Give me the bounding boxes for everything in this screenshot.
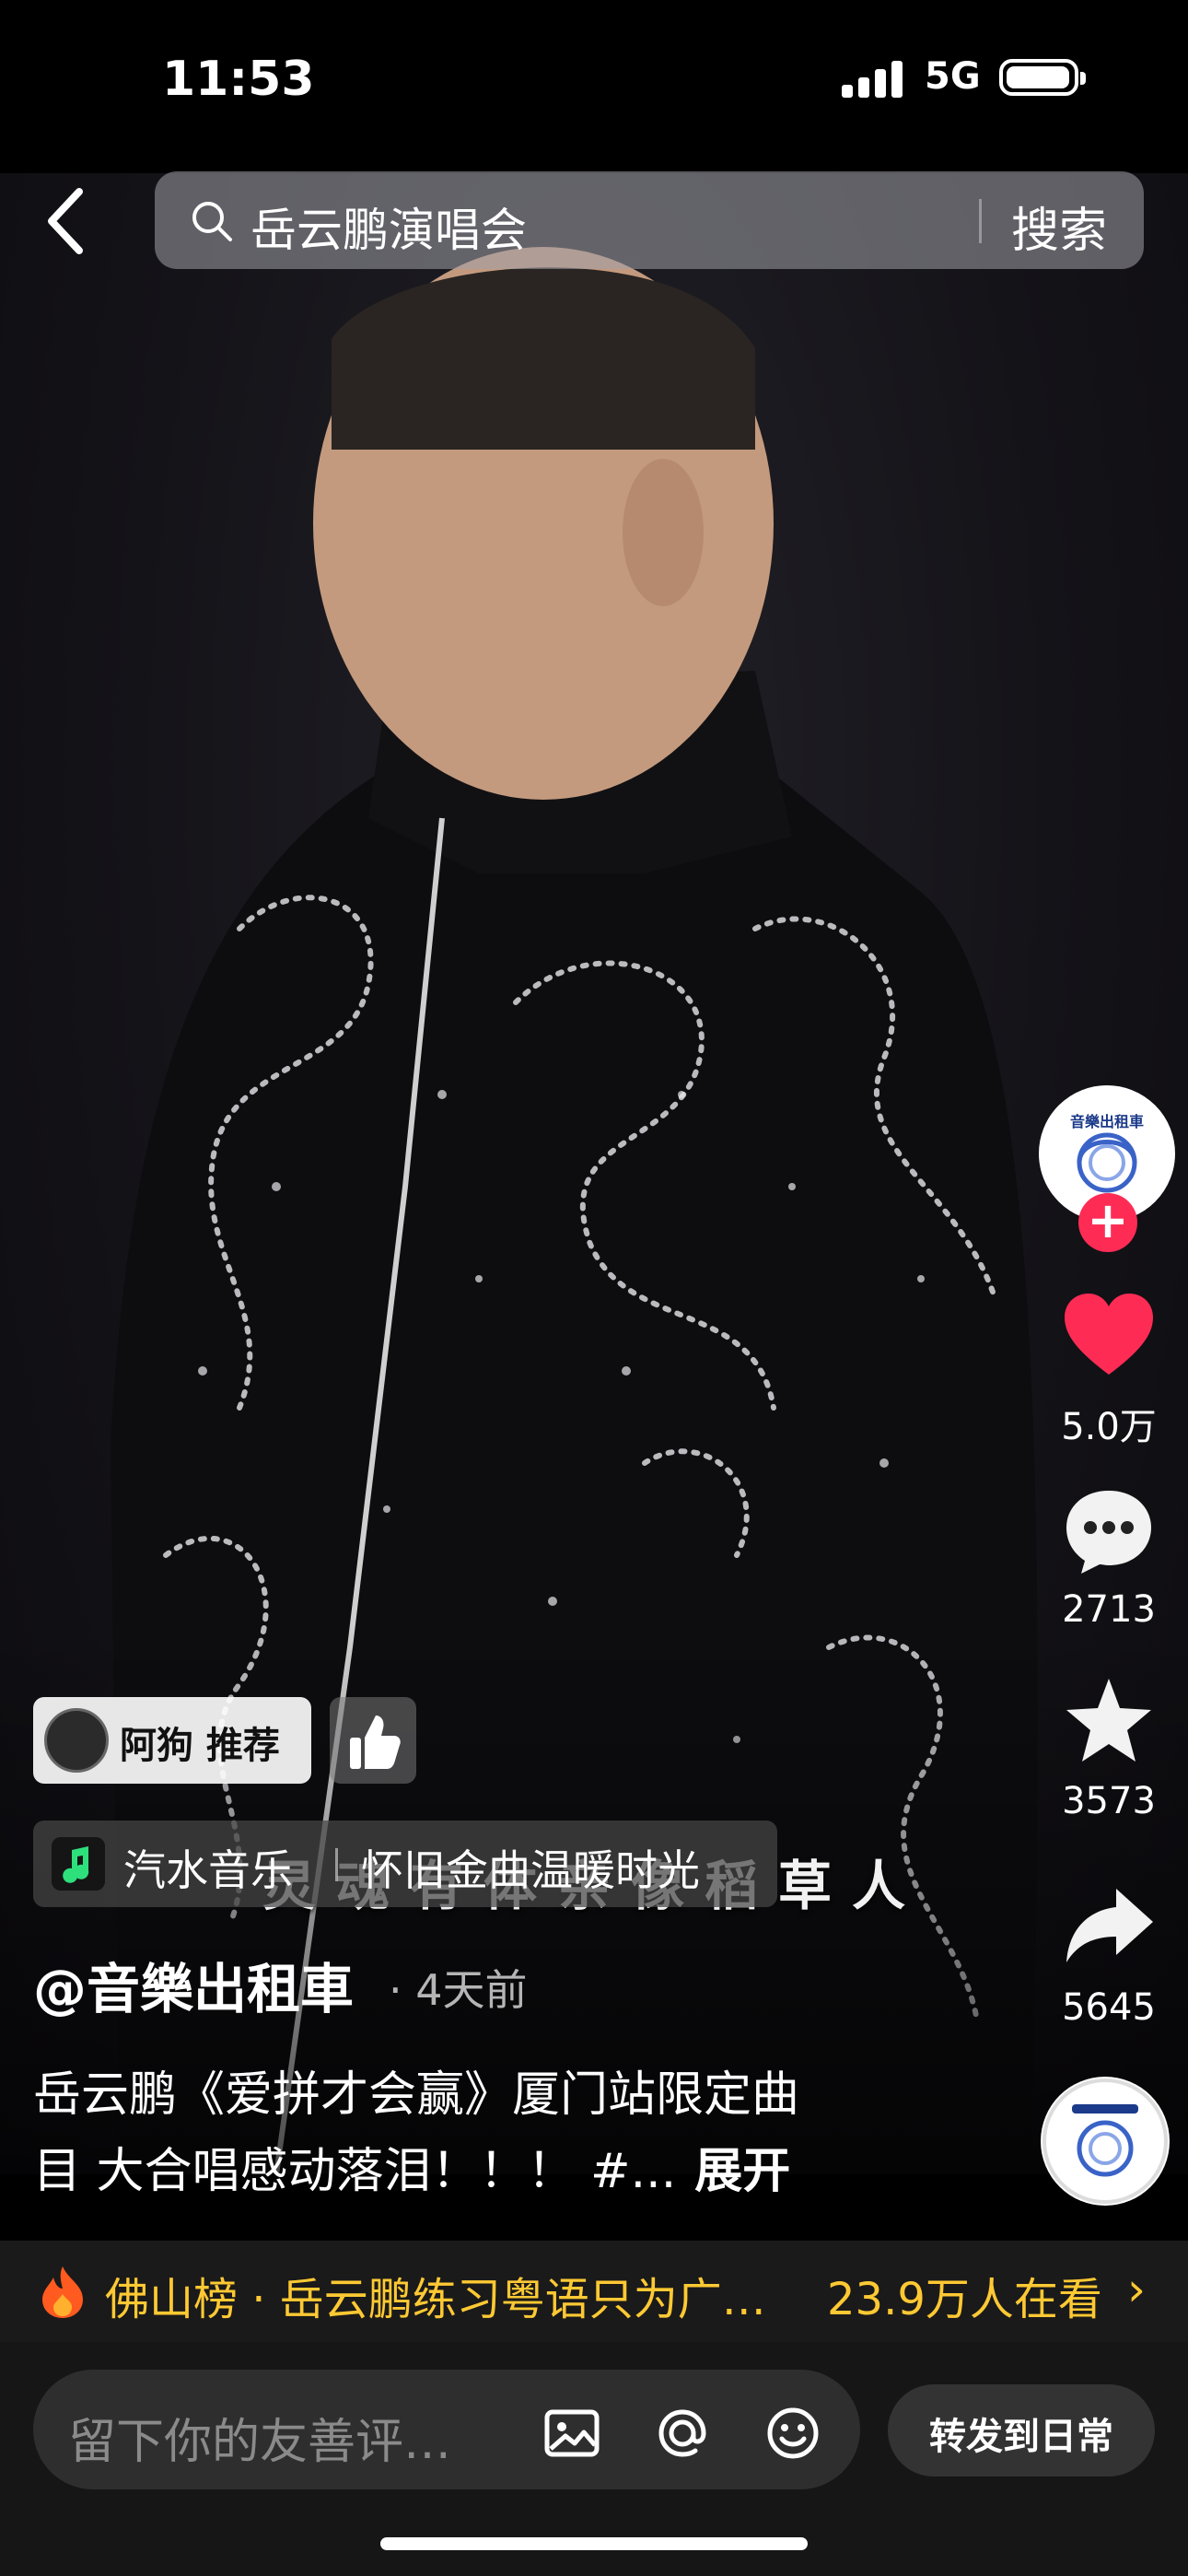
comment-bar: 留下你的友善评… 转发到日常	[0, 2342, 1188, 2576]
image-icon[interactable]	[542, 2403, 602, 2464]
star-icon[interactable]	[1061, 1675, 1157, 1767]
search-bar[interactable]: 岳云鹏演唱会 搜索	[155, 171, 1144, 269]
author-name[interactable]: @音樂出租車	[33, 1946, 354, 2023]
back-icon[interactable]	[37, 184, 101, 258]
search-divider	[979, 199, 982, 243]
network-type: 5G	[925, 55, 981, 98]
comment-count: 2713	[1062, 1588, 1156, 1631]
search-query[interactable]: 岳云鹏演唱会	[250, 193, 527, 260]
music-disc[interactable]	[1041, 2077, 1170, 2206]
heart-icon[interactable]	[1061, 1290, 1157, 1382]
thumbs-up-icon	[350, 1715, 401, 1769]
battery-icon	[999, 59, 1086, 96]
comment-input[interactable]: 留下你的友善评…	[33, 2370, 860, 2489]
recommend-label: 阿狗 推荐	[120, 1725, 280, 1767]
trending-count: 23.9万人在看	[827, 2274, 1102, 2325]
caption-line-2: 目 大合唱感动落泪！！！ #... 展开	[33, 2132, 790, 2201]
search-icon	[192, 202, 232, 241]
search-button[interactable]: 搜索	[1011, 192, 1107, 261]
favorite-count: 3573	[1062, 1780, 1156, 1822]
home-indicator	[380, 2537, 808, 2550]
music-title: 怀旧金曲温暖时光	[361, 1845, 700, 1895]
trending-text: 佛山榜 · 岳云鹏练习粤语只为广…	[105, 2274, 766, 2325]
comment-icon[interactable]	[1061, 1485, 1157, 1577]
share-icon[interactable]	[1061, 1879, 1157, 1972]
fire-icon	[42, 2266, 83, 2318]
at-icon[interactable]	[652, 2403, 713, 2464]
status-time: 11:53	[162, 52, 315, 107]
follow-plus-button[interactable]: +	[1078, 1193, 1137, 1252]
recommend-like-button[interactable]	[330, 1697, 416, 1784]
music-divider	[335, 1848, 338, 1881]
comment-placeholder: 留下你的友善评…	[68, 2415, 452, 2470]
music-disc-icon	[1042, 2078, 1168, 2204]
expand-button[interactable]: 展开	[694, 2144, 790, 2199]
caption-line-1: 岳云鹏《爱拼才会赢》厦门站限定曲	[33, 2067, 800, 2123]
share-to-daily-button[interactable]: 转发到日常	[888, 2384, 1155, 2476]
status-bar: 11:53 5G	[0, 0, 1188, 173]
share-to-daily-label: 转发到日常	[929, 2416, 1113, 2458]
music-app-name: 汽水音乐	[123, 1845, 293, 1895]
music-chip[interactable]: 汽水音乐 怀旧金曲温暖时光	[33, 1821, 777, 1907]
chevron-right-icon: ›	[1127, 2263, 1146, 2316]
trending-bar[interactable]: 佛山榜 · 岳云鹏练习粤语只为广… 23.9万人在看 ›	[0, 2241, 1188, 2342]
like-count: 5.0万	[1061, 1406, 1157, 1448]
music-note-icon	[52, 1837, 105, 1891]
share-count: 5645	[1062, 1986, 1156, 2029]
emoji-icon[interactable]	[763, 2403, 823, 2464]
signal-icon	[842, 61, 903, 98]
caption-text: 目 大合唱感动落泪！！！ #...	[33, 2144, 677, 2199]
recommender-avatar	[44, 1708, 109, 1773]
recommend-chip[interactable]: 阿狗 推荐	[33, 1697, 311, 1784]
post-time: · 4天前	[389, 1965, 528, 2015]
